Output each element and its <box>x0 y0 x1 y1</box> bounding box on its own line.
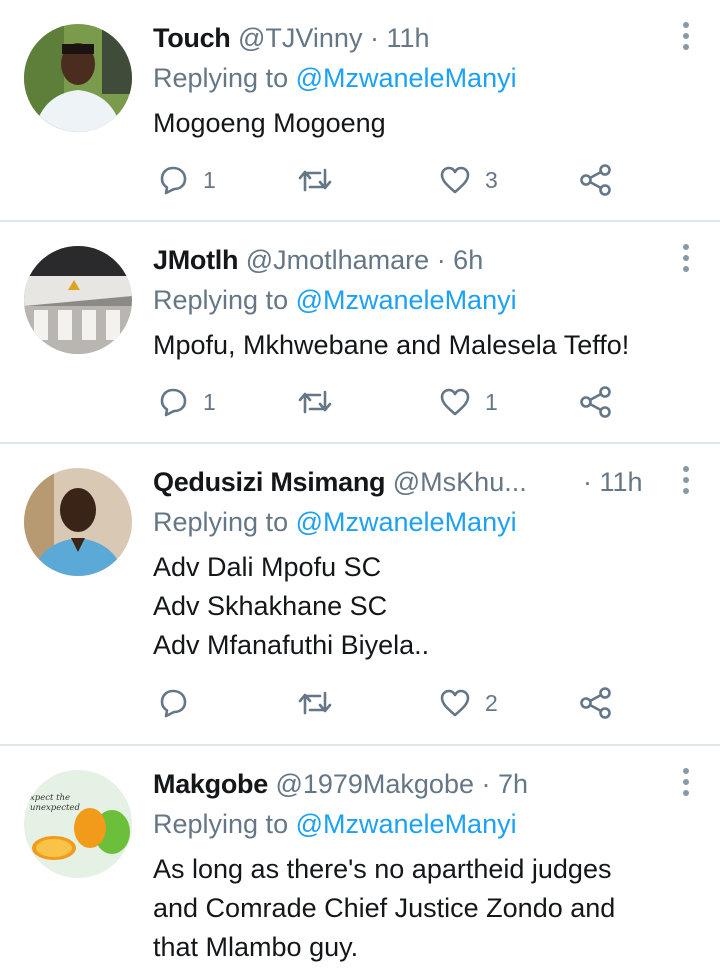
mention-link[interactable]: @MzwaneleManyi <box>296 63 517 93</box>
timestamp: · 7h <box>481 769 529 799</box>
more-vertical-icon[interactable] <box>680 466 690 496</box>
avatar-text: unexpected <box>30 803 80 813</box>
author-name[interactable]: Qedusizi Msimang <box>153 467 386 497</box>
replying-label: Replying to <box>153 63 289 93</box>
share-icon <box>580 164 611 196</box>
action-bar: 1 1 <box>157 385 627 419</box>
retweet-button[interactable] <box>297 686 347 720</box>
replying-label: Replying to <box>153 285 289 315</box>
tweet-line: Adv Skhakhane SC <box>153 591 388 621</box>
tweet[interactable]: Touch @TJVinny · 11h Replying to @Mzwane… <box>0 0 720 222</box>
share-button[interactable] <box>579 385 613 419</box>
tweet-line: Adv Dali Mpofu SC <box>153 552 382 582</box>
reply-button[interactable] <box>157 686 203 720</box>
retweet-button[interactable] <box>297 163 347 197</box>
tweet-line: As long as there's no apartheid judges <box>153 854 612 884</box>
retweet-icon <box>298 168 332 192</box>
tweet-text: Mpofu, Mkhwebane and Malesela Teffo! <box>153 326 700 365</box>
share-button[interactable] <box>579 686 613 720</box>
retweet-button[interactable] <box>297 385 347 419</box>
like-button[interactable]: 2 <box>439 686 498 720</box>
tweet-line: Mogoeng Mogoeng <box>153 108 386 138</box>
replying-label: Replying to <box>153 507 289 537</box>
mention-link[interactable]: @MzwaneleManyi <box>296 809 517 839</box>
action-bar: 1 3 <box>157 163 627 197</box>
like-count: 3 <box>485 166 498 193</box>
heart-icon <box>440 166 470 194</box>
action-bar: 2 <box>157 686 627 720</box>
author-handle[interactable]: @MsKhu... <box>393 467 527 497</box>
retweet-icon <box>298 691 332 715</box>
like-count: 2 <box>485 689 498 716</box>
avatar[interactable]: xpect the unexpected <box>24 770 132 878</box>
avatar[interactable] <box>24 468 132 576</box>
tweet[interactable]: Qedusizi Msimang @MsKhu... · 11h Replyin… <box>0 444 720 746</box>
reply-count: 1 <box>203 166 216 193</box>
tweet-line: Mpofu, Mkhwebane and Malesela Teffo! <box>153 330 630 360</box>
author-handle[interactable]: @1979Makgobe <box>275 769 474 799</box>
timestamp: · 11h <box>583 467 643 497</box>
tweet-line: that Mlambo guy. <box>153 932 359 962</box>
share-button[interactable] <box>579 163 613 197</box>
avatar[interactable] <box>24 24 132 132</box>
replying-to: Replying to @MzwaneleManyi <box>153 806 517 842</box>
author-name[interactable]: Touch <box>153 23 231 53</box>
share-icon <box>580 386 611 418</box>
tweet-text: Mogoeng Mogoeng <box>153 104 700 143</box>
retweet-icon <box>298 390 332 414</box>
timestamp: · 11h <box>369 23 430 53</box>
reply-icon <box>160 166 187 195</box>
author-name[interactable]: Makgobe <box>153 769 268 799</box>
avatar[interactable] <box>24 246 132 354</box>
like-button[interactable]: 1 <box>439 385 498 419</box>
author-handle[interactable]: @TJVinny <box>238 23 362 53</box>
tweet[interactable]: xpect the unexpected Makgobe @1979Makgob… <box>0 746 720 980</box>
tweet-text: As long as there's no apartheid judges a… <box>153 850 700 967</box>
heart-icon <box>440 689 470 717</box>
reply-button[interactable]: 1 <box>157 385 216 419</box>
mention-link[interactable]: @MzwaneleManyi <box>296 285 517 315</box>
heart-icon <box>440 388 470 416</box>
tweet-text: Adv Dali Mpofu SC Adv Skhakhane SC Adv M… <box>153 548 700 665</box>
mention-link[interactable]: @MzwaneleManyi <box>296 507 517 537</box>
reply-icon <box>160 689 187 718</box>
author-handle[interactable]: @Jmotlhamare <box>246 245 429 275</box>
replying-label: Replying to <box>153 809 289 839</box>
replying-to: Replying to @MzwaneleManyi <box>153 282 517 318</box>
reply-button[interactable]: 1 <box>157 163 216 197</box>
more-vertical-icon[interactable] <box>680 768 690 798</box>
tweet[interactable]: JMotlh @Jmotlhamare · 6h Replying to @Mz… <box>0 222 720 444</box>
avatar-text: xpect the <box>30 793 70 803</box>
share-icon <box>580 687 611 719</box>
more-vertical-icon[interactable] <box>680 22 690 52</box>
like-button[interactable]: 3 <box>439 163 498 197</box>
replying-to: Replying to @MzwaneleManyi <box>153 60 517 96</box>
like-count: 1 <box>485 388 498 415</box>
tweet-line: and Comrade Chief Justice Zondo and <box>153 893 616 923</box>
author-name[interactable]: JMotlh <box>153 245 238 275</box>
timestamp: · 6h <box>436 245 484 275</box>
replying-to: Replying to @MzwaneleManyi <box>153 504 517 540</box>
tweet-line: Adv Mfanafuthi Biyela.. <box>153 630 430 660</box>
more-vertical-icon[interactable] <box>680 244 690 274</box>
reply-icon <box>160 388 187 417</box>
reply-count: 1 <box>203 388 216 415</box>
